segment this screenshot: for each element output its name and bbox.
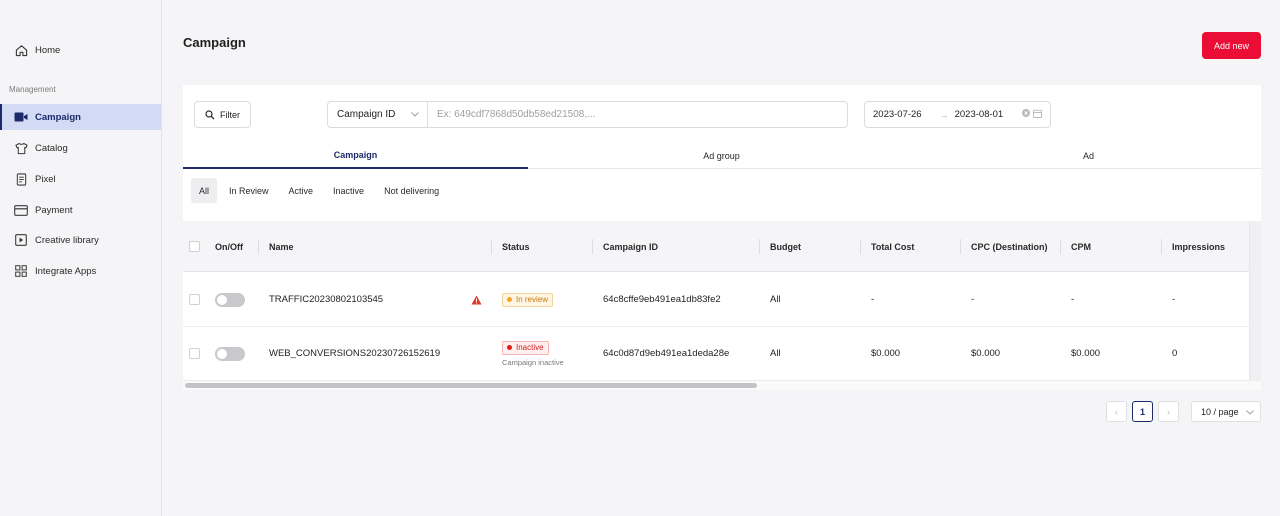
calendar-icon xyxy=(1033,109,1042,121)
date-start[interactable]: 2023-07-26 xyxy=(873,109,922,120)
home-icon xyxy=(14,43,28,57)
sidebar-item-label: Payment xyxy=(35,204,73,216)
budget-value: All xyxy=(770,294,781,305)
column-header-impressions[interactable]: Impressions xyxy=(1161,221,1225,272)
cpc-value: - xyxy=(971,294,975,305)
row-checkbox[interactable] xyxy=(189,327,200,380)
subtab-in-review[interactable]: In Review xyxy=(221,178,277,203)
on-off-toggle[interactable] xyxy=(215,273,245,326)
row-checkbox[interactable] xyxy=(189,273,200,326)
sidebar-item-payment[interactable]: Payment xyxy=(0,197,161,223)
column-header-status[interactable]: Status xyxy=(491,221,530,272)
sidebar-item-label: Pixel xyxy=(35,173,56,185)
status-badge: Inactive xyxy=(502,340,549,355)
search-group: Campaign ID xyxy=(327,101,848,128)
select-all-checkbox[interactable] xyxy=(189,221,200,272)
campaign-name[interactable]: TRAFFIC20230802103545 xyxy=(269,273,383,326)
sidebar-item-label: Campaign xyxy=(35,111,81,123)
column-header-campaign-id[interactable]: Campaign ID xyxy=(592,221,658,272)
chevron-down-icon xyxy=(411,109,419,120)
cpm-value: - xyxy=(1071,294,1075,305)
search-field-select[interactable]: Campaign ID xyxy=(328,102,428,127)
status-cell: Inactive Campaign inactive xyxy=(502,327,564,380)
sidebar-item-label: Home xyxy=(35,44,61,56)
vertical-scrollbar[interactable] xyxy=(1249,221,1261,381)
sidebar: Home Management Campaign Catalog Pixel P… xyxy=(0,0,162,516)
sidebar-item-creative-library[interactable]: Creative library xyxy=(0,227,161,253)
tab-ad[interactable]: Ad xyxy=(916,142,1261,169)
sidebar-item-campaign[interactable]: Campaign xyxy=(0,104,161,130)
sidebar-item-label: Integrate Apps xyxy=(35,265,97,277)
warning-icon xyxy=(471,273,482,326)
tab-ad-group[interactable]: Ad group xyxy=(549,142,894,169)
search-input[interactable] xyxy=(428,102,847,127)
campaign-table: On/Off Name Status Campaign ID Budget To… xyxy=(183,221,1261,390)
subtab-all[interactable]: All xyxy=(191,178,218,203)
date-end[interactable]: 2023-08-01 xyxy=(955,109,1004,120)
page-number-button[interactable]: 1 xyxy=(1132,401,1153,422)
date-range-picker[interactable]: 2023-07-26 → 2023-08-01 xyxy=(864,101,1051,128)
campaign-id: 64c8cffe9eb491ea1db83fe2 xyxy=(603,294,721,305)
campaign-name[interactable]: WEB_CONVERSIONS20230726152619 xyxy=(269,327,440,380)
total-cost-value: - xyxy=(871,294,875,305)
page-size-value: 10 / page xyxy=(1201,406,1239,417)
column-header-cpc[interactable]: CPC (Destination) xyxy=(960,221,1048,272)
level-tabs: Campaign Ad group Ad xyxy=(183,142,1261,169)
page-title: Campaign xyxy=(183,35,246,50)
play-icon xyxy=(14,233,28,247)
chevron-down-icon xyxy=(1246,407,1254,417)
impressions-value: 0 xyxy=(1172,348,1178,359)
search-field-value: Campaign ID xyxy=(337,109,396,120)
filter-button[interactable]: Filter xyxy=(194,101,251,128)
column-header-name[interactable]: Name xyxy=(258,221,294,272)
sidebar-item-home[interactable]: Home xyxy=(0,37,161,63)
card-icon xyxy=(14,203,28,217)
video-icon xyxy=(14,110,28,124)
on-off-toggle[interactable] xyxy=(215,327,245,380)
status-cell: In review xyxy=(502,273,554,326)
page-size-select[interactable]: 10 / page xyxy=(1191,401,1261,422)
sidebar-item-integrate-apps[interactable]: Integrate Apps xyxy=(0,258,161,284)
sidebar-item-pixel[interactable]: Pixel xyxy=(0,166,161,192)
status-subtabs: All In Review Active Inactive Not delive… xyxy=(191,178,447,203)
impressions-value: - xyxy=(1172,294,1176,305)
subtab-inactive[interactable]: Inactive xyxy=(325,178,372,203)
sidebar-item-catalog[interactable]: Catalog xyxy=(0,135,161,161)
shirt-icon xyxy=(14,141,28,155)
total-cost-value: $0.000 xyxy=(871,348,901,359)
search-icon xyxy=(205,109,215,120)
prev-page-button[interactable]: ‹ xyxy=(1106,401,1127,422)
subtab-not-delivering[interactable]: Not delivering xyxy=(376,178,447,203)
campaign-panel: Filter Campaign ID 2023-07-26 → 2023-08-… xyxy=(183,85,1261,390)
table-header: On/Off Name Status Campaign ID Budget To… xyxy=(183,221,1249,272)
grid-icon xyxy=(14,264,28,278)
document-icon xyxy=(14,172,28,186)
clear-icon[interactable] xyxy=(1022,109,1030,120)
cpm-value: $0.000 xyxy=(1071,348,1101,359)
cpc-value: $0.000 xyxy=(971,348,1001,359)
horizontal-scrollbar[interactable] xyxy=(183,381,1261,390)
tab-campaign[interactable]: Campaign xyxy=(183,142,528,169)
status-badge: In review xyxy=(502,292,554,307)
arrow-right-icon: → xyxy=(939,109,949,120)
subtab-active[interactable]: Active xyxy=(281,178,322,203)
next-page-button[interactable]: › xyxy=(1158,401,1179,422)
column-header-total-cost[interactable]: Total Cost xyxy=(860,221,914,272)
campaign-id: 64c0d87d9eb491ea1deda28e xyxy=(603,348,730,359)
scrollbar-thumb[interactable] xyxy=(185,383,757,388)
budget-value: All xyxy=(770,348,781,359)
section-label-management: Management xyxy=(9,85,56,94)
column-header-budget[interactable]: Budget xyxy=(759,221,801,272)
column-header-on-off: On/Off xyxy=(215,241,243,252)
add-new-button[interactable]: Add new xyxy=(1202,32,1261,59)
sidebar-item-label: Creative library xyxy=(35,234,99,246)
sidebar-item-label: Catalog xyxy=(35,142,68,154)
table-row[interactable]: WEB_CONVERSIONS20230726152619 Inactive C… xyxy=(183,327,1249,381)
column-header-cpm[interactable]: CPM xyxy=(1060,221,1091,272)
status-note: Campaign inactive xyxy=(502,357,564,367)
table-row[interactable]: TRAFFIC20230802103545 In review 64c8cffe… xyxy=(183,273,1249,327)
filter-label: Filter xyxy=(220,109,240,120)
